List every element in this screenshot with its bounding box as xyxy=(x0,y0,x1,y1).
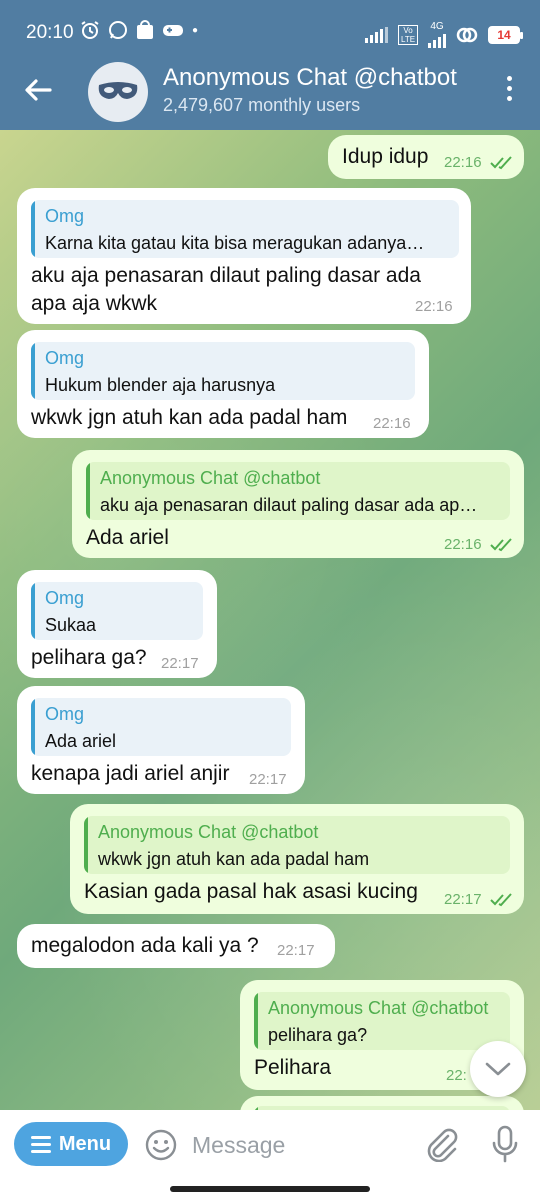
reply-quote[interactable]: Omg Ada ariel xyxy=(31,698,291,756)
message-text: Ada ariel xyxy=(86,526,169,549)
message-outgoing[interactable]: Idup idup 22:16 xyxy=(328,135,524,179)
microphone-icon[interactable] xyxy=(490,1124,520,1164)
message-time: 22:17 xyxy=(161,655,199,672)
message-text: kenapa jadi ariel anjir xyxy=(31,762,230,785)
message-time: 22:16 xyxy=(415,298,453,315)
system-nav-bar xyxy=(0,1178,540,1200)
more-options-icon[interactable] xyxy=(504,76,514,106)
message-incoming[interactable]: Omg Hukum blender aja harusnya wkwk jgn … xyxy=(17,330,429,438)
message-outgoing[interactable]: Anonymous Chat @chatbot aku aja penasara… xyxy=(72,450,524,558)
attach-icon[interactable] xyxy=(424,1126,458,1162)
reply-quote[interactable]: Anonymous Chat @chatbot aku aja penasara… xyxy=(86,462,510,520)
read-checks-icon xyxy=(490,156,512,170)
message-text: aku aja penasaran dilaut paling dasar ad… xyxy=(31,264,421,287)
emoji-icon[interactable] xyxy=(144,1128,178,1162)
chat-subtitle: 2,479,607 monthly users xyxy=(163,95,361,115)
reply-quote[interactable]: Omg Karna kita gatau kita bisa meragukan… xyxy=(31,200,459,258)
battery-icon: 14 xyxy=(488,26,523,44)
quote-text: Hukum blender aja harusnya xyxy=(45,375,276,395)
home-indicator[interactable] xyxy=(170,1186,370,1192)
quote-text: Sukaa xyxy=(45,615,97,635)
message-text: Pelihara xyxy=(254,1056,332,1079)
quote-author: Anonymous Chat @chatbot xyxy=(98,822,319,842)
message-incoming[interactable]: Omg Karna kita gatau kita bisa meragukan… xyxy=(17,188,471,324)
read-checks-icon xyxy=(490,538,512,552)
signal-icon-2 xyxy=(428,32,446,48)
reply-quote[interactable]: Omg Hukum blender aja harusnya xyxy=(31,342,415,400)
notification-icons: ● xyxy=(80,20,198,40)
system-icons: Vo LTE 4G 14 xyxy=(365,22,523,48)
message-incoming[interactable]: Omg Ada ariel kenapa jadi ariel anjir 22… xyxy=(17,686,305,794)
reply-quote[interactable]: Anonymous Chat @chatbot pelihara ga? xyxy=(254,992,510,1050)
quote-text: Karna kita gatau kita bisa meragukan ada… xyxy=(45,233,425,253)
quote-author: Anonymous Chat @chatbot xyxy=(268,998,489,1018)
quote-author: Anonymous Chat @chatbot xyxy=(100,468,321,488)
battery-level: 14 xyxy=(497,28,511,42)
message-text: Kasian gada pasal hak asasi kucing xyxy=(84,880,418,903)
chevron-down-icon xyxy=(485,1062,511,1076)
message-text-line2: apa aja wkwk xyxy=(31,292,158,315)
message-text: wkwk jgn atuh kan ada padal ham xyxy=(31,406,348,429)
message-time: 22:17 xyxy=(249,771,287,788)
message-time: 22:17 xyxy=(277,942,315,959)
signal-icon xyxy=(365,27,388,43)
message-input[interactable] xyxy=(192,1128,412,1162)
message-time: 22:16 xyxy=(373,415,411,432)
status-bar: 20:10 ● Vo LTE 4G 14 xyxy=(0,0,540,64)
message-time: 22:16 xyxy=(444,154,482,171)
back-arrow-icon[interactable] xyxy=(22,74,54,106)
volte-label: Vo LTE xyxy=(398,25,418,45)
bot-menu-button[interactable]: Menu xyxy=(14,1122,128,1166)
reply-quote[interactable]: Omg Sukaa xyxy=(31,582,203,640)
shop-icon xyxy=(137,20,153,39)
link-icon xyxy=(456,27,478,43)
app-header: 20:10 ● Vo LTE 4G 14 Anonymous Chat @cha… xyxy=(0,0,540,130)
menu-button-label: Menu xyxy=(58,1132,112,1155)
message-composer: Menu xyxy=(0,1110,540,1178)
avatar[interactable] xyxy=(88,62,148,122)
scroll-down-button[interactable] xyxy=(470,1041,526,1097)
read-checks-icon xyxy=(490,893,512,907)
quote-text: Ada ariel xyxy=(45,731,117,751)
mask-icon xyxy=(98,82,138,99)
message-incoming[interactable]: Omg Sukaa pelihara ga? 22:17 xyxy=(17,570,217,678)
quote-author: Omg xyxy=(45,348,85,368)
message-outgoing-partial[interactable] xyxy=(240,1096,524,1110)
message-incoming[interactable]: megalodon ada kali ya ? 22:17 xyxy=(17,924,335,968)
reply-quote[interactable]: Anonymous Chat @chatbot wkwk jgn atuh ka… xyxy=(84,816,510,874)
gamepad-icon xyxy=(163,25,183,36)
message-time: 22:17 xyxy=(444,891,482,908)
network-label: 4G xyxy=(430,21,444,32)
message-text: megalodon ada kali ya ? xyxy=(31,934,259,957)
quote-text: pelihara ga? xyxy=(268,1025,368,1045)
message-text: pelihara ga? xyxy=(31,646,147,669)
chat-area[interactable]: Idup idup 22:16 Omg Karna kita gatau kit… xyxy=(0,130,540,1110)
quote-text: aku aja penasaran dilaut paling dasar ad… xyxy=(100,495,478,515)
message-time: 22: xyxy=(446,1067,467,1084)
network-indicator: 4G xyxy=(428,22,446,48)
message-outgoing[interactable]: Anonymous Chat @chatbot wkwk jgn atuh ka… xyxy=(70,804,524,914)
message-text: Idup idup xyxy=(342,145,429,168)
whatsapp-icon xyxy=(109,21,127,39)
chat-title[interactable]: Anonymous Chat @chatbot xyxy=(163,64,457,92)
quote-text: wkwk jgn atuh kan ada padal ham xyxy=(98,849,370,869)
quote-author: Omg xyxy=(45,588,85,608)
status-time: 20:10 xyxy=(26,22,74,43)
message-time: 22:16 xyxy=(444,536,482,553)
alarm-icon xyxy=(81,21,99,39)
dot-icon: ● xyxy=(192,24,199,36)
quote-author: Omg xyxy=(45,704,85,724)
hamburger-icon xyxy=(30,1135,51,1153)
quote-author: Omg xyxy=(45,206,85,226)
